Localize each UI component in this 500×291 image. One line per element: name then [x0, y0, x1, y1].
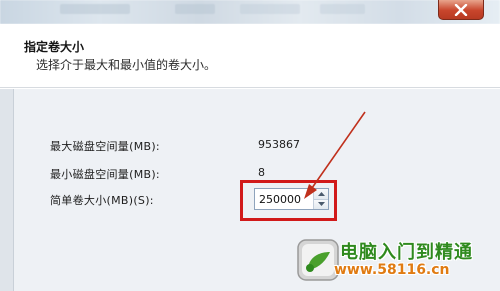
- spin-down-button[interactable]: [314, 198, 328, 209]
- spin-down-icon: [317, 202, 325, 207]
- min-space-label: 最小磁盘空间量(MB):: [50, 168, 160, 181]
- close-button[interactable]: [438, 0, 484, 20]
- window-titlebar: [0, 0, 500, 24]
- blurred-title-text: [240, 4, 300, 14]
- blurred-title-text: [320, 4, 365, 14]
- page-title: 指定卷大小: [24, 40, 85, 54]
- max-space-label: 最大磁盘空间量(MB):: [50, 140, 160, 153]
- spin-up-button[interactable]: [314, 189, 328, 199]
- close-icon: [454, 3, 468, 16]
- blurred-title-text: [60, 4, 130, 14]
- volume-size-input[interactable]: [255, 189, 313, 209]
- volume-size-stepper[interactable]: [254, 188, 329, 210]
- max-space-value: 953867: [258, 138, 300, 151]
- watermark-title: 电脑入门到精通: [340, 242, 473, 263]
- watermark-url: www.58116.cn: [334, 262, 450, 278]
- wizard-left-strip: [0, 89, 14, 291]
- page-subtitle: 选择介于最大和最小值的卷大小。: [36, 58, 217, 72]
- volume-size-label: 简单卷大小(MB)(S):: [50, 194, 154, 207]
- wizard-header: 指定卷大小 选择介于最大和最小值的卷大小。: [0, 24, 500, 88]
- spin-buttons: [313, 189, 328, 209]
- blurred-title-text: [175, 4, 215, 14]
- spin-up-icon: [317, 191, 325, 196]
- min-space-value: 8: [258, 166, 265, 179]
